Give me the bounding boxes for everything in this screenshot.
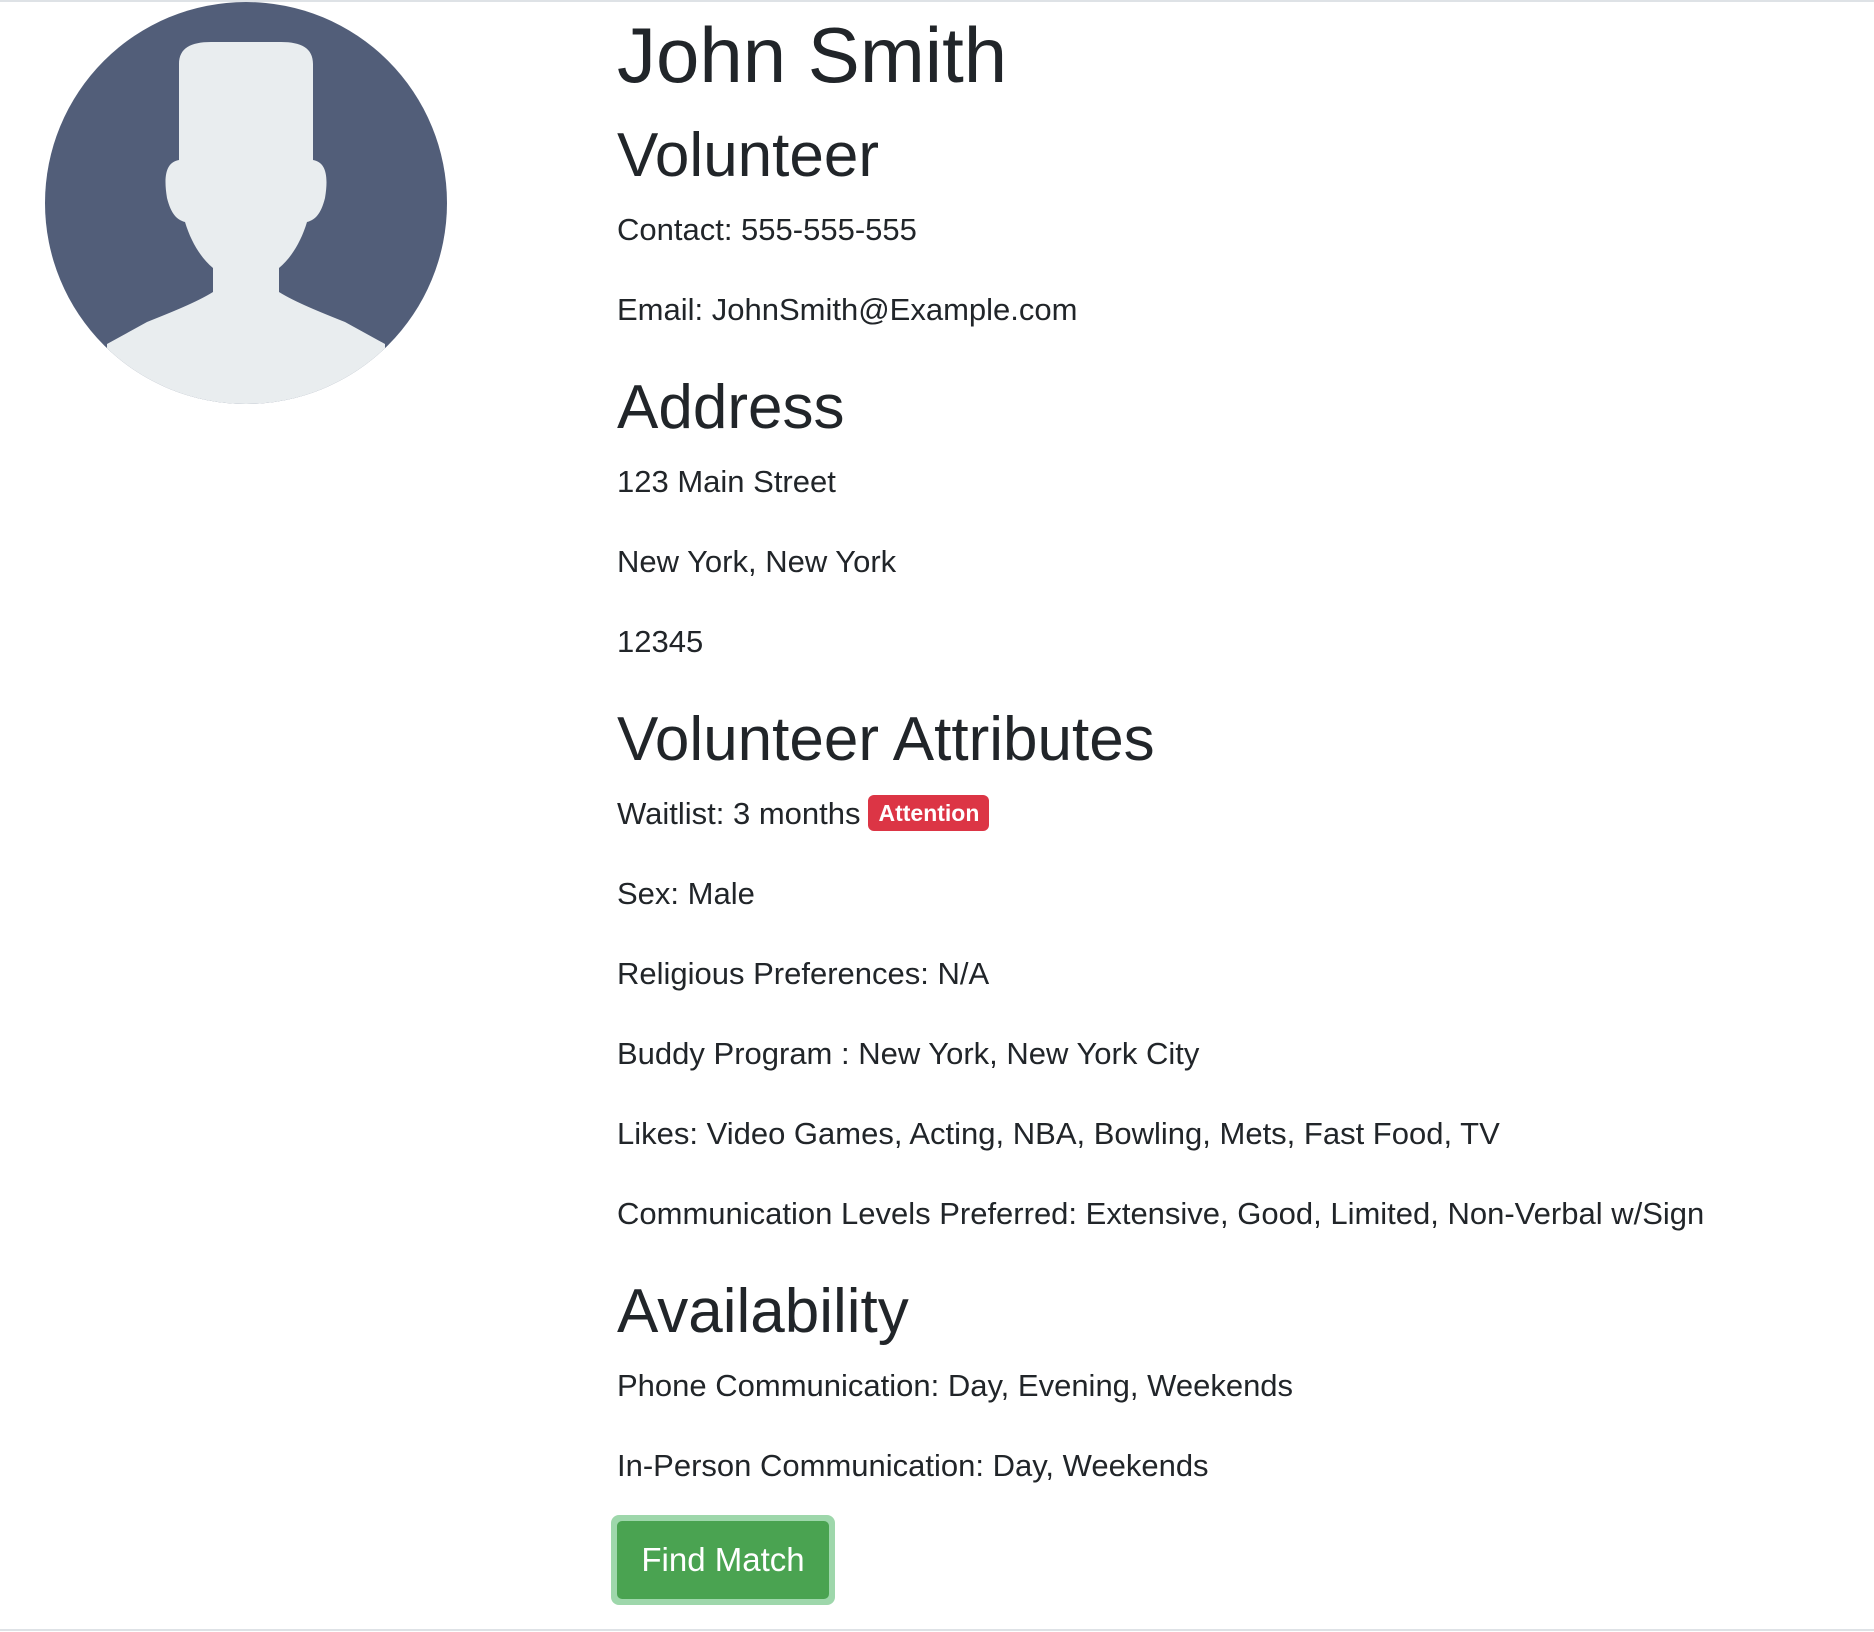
availability-phone: Phone Communication: Day, Evening, Weeke…: [617, 1368, 1294, 1403]
bottom-divider: [0, 1629, 1874, 1631]
attribute-likes: Likes: Video Games, Acting, NBA, Bowling…: [617, 1116, 1500, 1151]
profile-avatar: [45, 2, 447, 404]
contact-phone: Contact: 555-555-555: [617, 212, 917, 247]
address-city-state: New York, New York: [617, 544, 897, 579]
profile-role: Volunteer: [617, 121, 879, 190]
find-match-button[interactable]: Find Match: [617, 1521, 829, 1599]
availability-heading: Availability: [617, 1277, 909, 1346]
waitlist-row: Waitlist: 3 months Attention: [617, 794, 990, 834]
availability-in-person: In-Person Communication: Day, Weekends: [617, 1448, 1209, 1483]
default-user-avatar-icon: [45, 2, 447, 404]
address-street: 123 Main Street: [617, 464, 836, 499]
attribute-sex: Sex: Male: [617, 876, 755, 911]
contact-email: Email: JohnSmith@Example.com: [617, 292, 1078, 327]
find-match-focus-ring: Find Match: [611, 1515, 835, 1605]
waitlist-text: Waitlist: 3 months: [617, 796, 861, 831]
attribute-buddy-program: Buddy Program : New York, New York City: [617, 1036, 1200, 1071]
address-heading: Address: [617, 373, 845, 442]
attribute-communication-levels: Communication Levels Preferred: Extensiv…: [617, 1196, 1705, 1231]
volunteer-attributes-heading: Volunteer Attributes: [617, 705, 1155, 774]
attribute-religious-preferences: Religious Preferences: N/A: [617, 956, 990, 991]
address-zip: 12345: [617, 624, 704, 659]
attention-badge: Attention: [868, 795, 990, 831]
profile-name: John Smith: [617, 11, 1008, 99]
